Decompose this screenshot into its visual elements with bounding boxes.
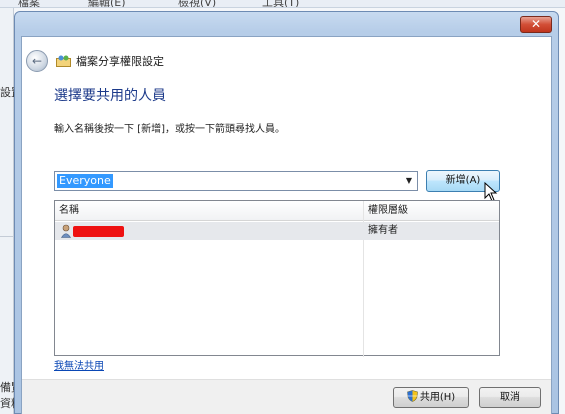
sharing-list[interactable]: 名稱 權限層級 擁有者 [54,200,500,357]
bg-left-text: 資料 [0,397,14,410]
combo-selected-value[interactable]: Everyone [57,174,113,188]
back-arrow-icon[interactable]: ← [26,50,48,72]
bg-menu-item: 檔案 [18,0,40,8]
table-row[interactable]: 擁有者 [55,222,499,240]
bg-menu-item: 檢視(V) [178,0,217,8]
column-header-name[interactable]: 名稱 [55,201,79,221]
people-share-icon [56,55,71,67]
close-button[interactable]: ✕ [520,16,552,33]
share-button-label: 共用(H) [419,392,456,403]
permission-level-cell[interactable]: 擁有者 [368,222,398,240]
redacted-user-name [73,226,124,237]
background-menubar: 檔案 編輯(E) 檢視(V) 工具(T) [0,0,565,8]
share-button[interactable]: 共用(H) [393,387,469,408]
bg-left-text: 備覽 [0,381,14,394]
button-bar: 共用(H) 取消 [22,379,551,414]
share-dialog: ✕ ← 檔案分享權限設定 選擇要共用的人員 輸入名稱後按一下 [新增]，或按一下… [14,11,559,414]
dropdown-arrow-icon[interactable]: ▼ [401,172,417,190]
user-icon [61,224,71,238]
bg-menu-item: 編輯(E) [88,0,126,8]
instruction-text: 輸入名稱後按一下 [新增]，或按一下箭頭尋找人員。 [54,124,285,135]
bg-menu-item: 工具(T) [262,0,300,8]
list-header: 名稱 權限層級 [55,201,499,221]
wizard-title: 檔案分享權限設定 [76,55,164,68]
mouse-cursor-icon [484,182,498,202]
uac-shield-icon [407,390,418,402]
user-name-combobox[interactable]: Everyone ▼ [54,171,418,191]
bg-left-text: 設置 [0,86,14,99]
background-left-pane: 設置 備覽 資料 [0,8,14,414]
dialog-content: ← 檔案分享權限設定 選擇要共用的人員 輸入名稱後按一下 [新增]，或按一下箭頭… [21,36,552,414]
column-header-permission[interactable]: 權限層級 [364,201,408,221]
main-heading: 選擇要共用的人員 [54,88,166,104]
help-link[interactable]: 我無法共用 [54,357,104,372]
cancel-button[interactable]: 取消 [479,387,541,408]
